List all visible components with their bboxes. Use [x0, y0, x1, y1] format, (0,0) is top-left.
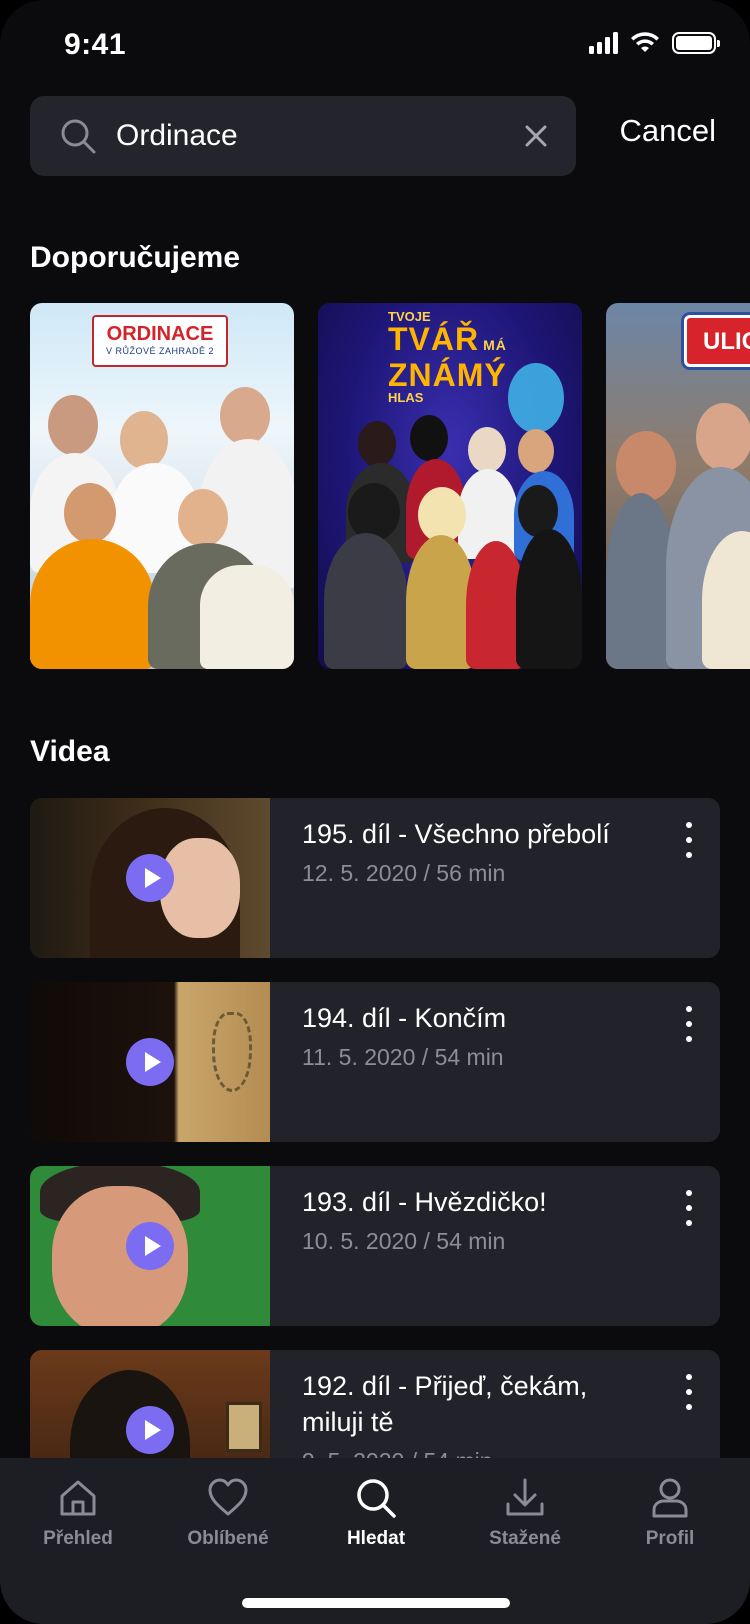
tab-label: Přehled [43, 1528, 113, 1549]
video-title: 194. díl - Končím [302, 1003, 507, 1033]
tab-profil[interactable]: Profil [600, 1476, 740, 1550]
poster-tvar-ma-znamy-hlas[interactable]: TVOJE TVÁŘ MÁ ZNÁMÝ HLAS [318, 303, 582, 669]
status-icons [589, 32, 720, 54]
person [516, 529, 582, 669]
search-icon [357, 1479, 396, 1518]
video-meta: 11. 5. 2020 / 54 min [302, 1044, 504, 1070]
video-item[interactable]: 193. díl - Hvězdičko! 10. 5. 2020 / 54 m… [30, 1166, 720, 1326]
person [358, 421, 396, 467]
play-button[interactable] [126, 854, 174, 902]
person [64, 483, 116, 543]
user-icon [652, 1478, 688, 1518]
person [324, 533, 408, 669]
person [616, 431, 676, 501]
wifi-icon [631, 32, 659, 52]
video-item[interactable]: 194. díl - Končím 11. 5. 2020 / 54 min [30, 982, 720, 1142]
poster-logo: ULIC [684, 315, 750, 367]
more-options-button[interactable] [676, 1002, 702, 1046]
baby [200, 565, 294, 669]
close-icon [525, 125, 547, 147]
poster-logo: ORDINACE V RŮŽOVÉ ZAHRADĚ 2 [92, 315, 228, 367]
person [410, 415, 448, 461]
tab-label: Stažené [489, 1528, 561, 1549]
search-icon [61, 119, 96, 154]
download-icon [506, 1478, 544, 1516]
tab-label: Hledat [346, 1528, 406, 1549]
video-thumbnail[interactable] [30, 798, 270, 958]
video-meta: 12. 5. 2020 / 56 min [302, 860, 506, 886]
poster-logo-title: ULIC [703, 328, 750, 355]
more-options-button[interactable] [676, 1186, 702, 1230]
video-thumbnail[interactable] [30, 1166, 270, 1326]
poster-logo: TVOJE TVÁŘ MÁ ZNÁMÝ HLAS [388, 309, 507, 405]
person [178, 489, 228, 547]
tab-stazene[interactable]: Stažené [455, 1476, 595, 1550]
video-title: 195. díl - Všechno přebolí [302, 819, 610, 849]
video-title: 193. díl - Hvězdičko! [302, 1187, 547, 1217]
feather-headdress [508, 363, 564, 433]
home-indicator[interactable] [242, 1598, 510, 1608]
video-item[interactable]: 195. díl - Všechno přebolí 12. 5. 2020 /… [30, 798, 720, 958]
thumbnail-face [160, 838, 240, 938]
status-bar: 9:41 [0, 0, 750, 90]
heart-icon [208, 1478, 248, 1516]
battery-icon [672, 32, 720, 54]
person [696, 403, 750, 471]
status-time: 9:41 [64, 28, 127, 61]
poster-logo-line: ZNÁMÝ [388, 357, 507, 393]
section-title-videos: Videa [30, 735, 110, 768]
clear-search-button[interactable] [516, 116, 556, 156]
person [348, 483, 400, 541]
play-button[interactable] [126, 1038, 174, 1086]
signal-icon [589, 32, 618, 54]
person [48, 395, 98, 455]
more-options-button[interactable] [676, 1370, 702, 1414]
poster-logo-title: ORDINACE [106, 323, 214, 345]
person [220, 387, 270, 445]
tab-prehled[interactable]: Přehled [8, 1476, 148, 1550]
poster-carousel[interactable]: ORDINACE V RŮŽOVÉ ZAHRADĚ 2 TVOJE TVÁŘ MÁ… [30, 303, 750, 669]
video-thumbnail[interactable] [30, 982, 270, 1142]
thumbnail-frame [226, 1402, 262, 1452]
play-button[interactable] [126, 1222, 174, 1270]
poster-logo-line: MÁ [483, 337, 507, 353]
poster-ulice[interactable]: ULIC [606, 303, 750, 669]
person [120, 411, 168, 469]
play-button[interactable] [126, 1406, 174, 1454]
tab-label: Oblíbené [187, 1528, 269, 1549]
poster-logo-line: TVÁŘ [388, 321, 480, 357]
section-title-recommended: Doporučujeme [30, 241, 241, 274]
thumbnail-bag [212, 1012, 252, 1092]
app-screen: 9:41 Cancel Doporučujeme [0, 0, 750, 1624]
tab-hledat[interactable]: Hledat [306, 1476, 446, 1550]
tab-label: Profil [645, 1528, 695, 1549]
person [30, 539, 155, 669]
person [518, 429, 554, 473]
poster-ordinace[interactable]: ORDINACE V RŮŽOVÉ ZAHRADĚ 2 [30, 303, 294, 669]
home-icon [60, 1480, 96, 1516]
more-options-button[interactable] [676, 818, 702, 862]
tab-oblibene[interactable]: Oblíbené [158, 1476, 298, 1550]
video-meta: 10. 5. 2020 / 54 min [302, 1228, 506, 1254]
video-title: 192. díl - Přijeď, čekám, miluji tě [302, 1371, 588, 1437]
poster-logo-subtitle: V RŮŽOVÉ ZAHRADĚ 2 [105, 346, 215, 356]
cancel-button[interactable]: Cancel [620, 113, 717, 149]
person [468, 427, 506, 473]
search-input[interactable] [116, 119, 496, 153]
search-bar[interactable] [30, 96, 576, 176]
